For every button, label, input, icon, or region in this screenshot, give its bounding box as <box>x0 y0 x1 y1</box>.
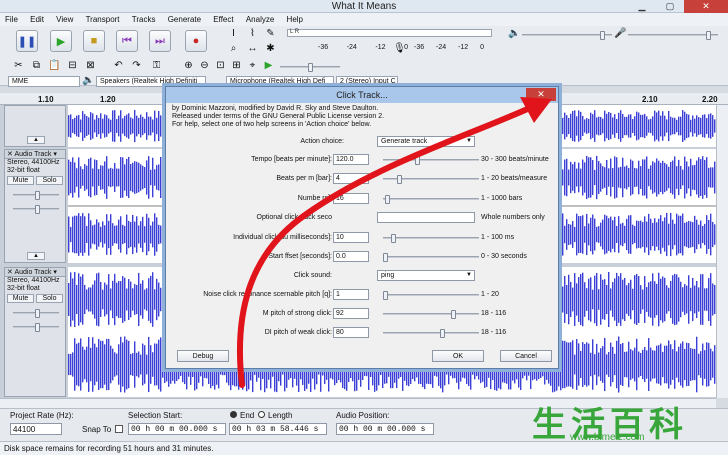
watermark: 生活百科 www.bimeiz.com <box>530 395 725 450</box>
menu-bar: File Edit View Transport Tracks Generate… <box>0 13 728 26</box>
toolbar: ❚❚ ▶ ■ ⏮ ⏭ ● I ⌇ ✎ ⌕ ↔ ✱ L R -36 -24 -12… <box>0 26 728 87</box>
envelope-tool-icon[interactable]: ⌇ <box>246 28 259 40</box>
fit-project-icon[interactable]: ⊞ <box>230 60 243 72</box>
menu-edit[interactable]: Edit <box>25 13 49 24</box>
selection-start-label: Selection Start: <box>128 411 183 420</box>
track-control-1: ✕ Audio Track ▾ Stereo, 44100Hz 32-bit f… <box>4 149 66 263</box>
end-label: End <box>240 411 255 420</box>
audio-host-select[interactable]: MME <box>8 76 80 87</box>
menu-effect[interactable]: Effect <box>208 13 238 24</box>
redo-icon[interactable]: ↷ <box>130 60 143 72</box>
speaker-device-icon: 🔈 <box>82 75 95 86</box>
undo-icon[interactable]: ↶ <box>112 60 125 72</box>
pause-icon: ❚❚ <box>17 36 37 48</box>
selection-start-field[interactable]: 00 h 00 m 00.000 s <box>128 423 226 435</box>
vertical-scrollbar[interactable] <box>716 105 728 398</box>
skip-start-icon: ⏮ <box>122 35 132 47</box>
collapse-track-icon[interactable]: ▲ <box>27 252 45 260</box>
pause-button[interactable]: ❚❚ <box>16 30 38 52</box>
record-icon: ● <box>192 35 200 47</box>
length-label: Length <box>268 411 293 420</box>
ruler-tick: 1.20 <box>100 95 116 104</box>
minimize-button[interactable]: ▁ <box>628 0 656 13</box>
stop-button[interactable]: ■ <box>83 30 105 52</box>
window-close-button[interactable]: ✕ <box>684 0 728 13</box>
silence-icon[interactable]: ⊠ <box>84 60 97 72</box>
draw-tool-icon[interactable]: ✎ <box>264 28 277 40</box>
menu-transport[interactable]: Transport <box>81 13 125 24</box>
sync-lock-icon[interactable]: ⚿ <box>150 60 163 72</box>
microphone-icon[interactable]: 🎙 <box>393 43 406 55</box>
ruler-tick: 2.10 <box>642 95 658 104</box>
menu-tracks[interactable]: Tracks <box>127 13 161 24</box>
skip-end-icon: ⏭ <box>155 35 165 47</box>
end-radio[interactable] <box>230 411 237 418</box>
skip-end-button[interactable]: ⏭ <box>149 30 171 52</box>
snap-to-label: Snap To <box>82 425 112 434</box>
zoom-tool-icon[interactable]: ⌕ <box>227 43 240 55</box>
selection-tool-icon[interactable]: I <box>227 28 240 40</box>
timeshift-tool-icon[interactable]: ↔ <box>246 43 259 55</box>
mic-volume-icon: 🎤 <box>614 28 627 39</box>
zoom-in-icon[interactable]: ⊕ <box>182 60 195 72</box>
skip-start-button[interactable]: ⏮ <box>116 30 138 52</box>
audio-position-label: Audio Position: <box>336 411 390 420</box>
play-meter-scale: -36 -24 -12 0 <box>414 44 484 51</box>
collapse-track-icon[interactable]: ▲ <box>27 136 45 144</box>
project-rate-label: Project Rate (Hz): <box>10 411 74 420</box>
stop-icon: ■ <box>90 35 98 47</box>
trim-icon[interactable]: ⊟ <box>66 60 79 72</box>
gain-pan-sliders[interactable] <box>5 304 65 334</box>
length-radio[interactable] <box>258 411 265 418</box>
maximize-button[interactable]: ▢ <box>656 0 684 13</box>
mute-button[interactable]: Mute <box>7 176 34 185</box>
fit-selection-icon[interactable]: ⊡ <box>214 60 227 72</box>
cut-icon[interactable]: ✂ <box>12 60 25 72</box>
play-speed-slider[interactable] <box>280 63 340 72</box>
track-name-menu[interactable]: ✕ Audio Track ▾ <box>5 150 65 159</box>
play-button[interactable]: ▶ <box>50 30 72 52</box>
track-control-2: ✕ Audio Track ▾ Stereo, 44100Hz 32-bit f… <box>4 267 66 397</box>
play-at-speed-icon[interactable]: ▶ <box>262 60 275 72</box>
solo-button[interactable]: Solo <box>36 176 63 185</box>
multi-tool-icon[interactable]: ✱ <box>264 43 277 55</box>
solo-button[interactable]: Solo <box>36 294 63 303</box>
menu-view[interactable]: View <box>51 13 78 24</box>
gain-pan-sliders[interactable] <box>5 186 65 216</box>
title-bar: What It Means ▁ ▢ ✕ <box>0 0 728 13</box>
menu-analyze[interactable]: Analyze <box>241 13 279 24</box>
annotation-arrow <box>237 97 552 388</box>
paste-icon[interactable]: 📋 <box>48 60 61 72</box>
zoom-out-icon[interactable]: ⊖ <box>198 60 211 72</box>
record-meter[interactable]: L R <box>287 29 492 37</box>
playback-volume-slider[interactable] <box>522 31 612 40</box>
record-volume-slider[interactable] <box>628 31 718 40</box>
window-title: What It Means <box>331 1 397 12</box>
zoom-toggle-icon[interactable]: ⌖ <box>246 60 259 72</box>
menu-generate[interactable]: Generate <box>163 13 206 24</box>
record-meter-lr: L R <box>290 29 300 35</box>
selection-end-field[interactable]: 00 h 03 m 58.446 s <box>229 423 327 435</box>
track-control-partial: ▲ <box>4 105 66 147</box>
mute-button[interactable]: Mute <box>7 294 34 303</box>
snap-to-checkbox[interactable] <box>115 425 123 433</box>
project-rate-select[interactable]: 44100 <box>10 423 62 435</box>
watermark-url: www.bimeiz.com <box>570 432 645 443</box>
ruler-tick: 1.10 <box>38 95 54 104</box>
speaker-icon: 🔈 <box>508 28 521 39</box>
record-button[interactable]: ● <box>185 30 207 52</box>
menu-help[interactable]: Help <box>282 13 308 24</box>
play-icon: ▶ <box>56 36 66 48</box>
ruler-tick: 2.20 <box>702 95 718 104</box>
track-name-menu[interactable]: ✕ Audio Track ▾ <box>5 268 65 277</box>
menu-file[interactable]: File <box>0 13 23 24</box>
copy-icon[interactable]: ⧉ <box>30 60 43 72</box>
audio-position-field[interactable]: 00 h 00 m 00.000 s <box>336 423 434 435</box>
